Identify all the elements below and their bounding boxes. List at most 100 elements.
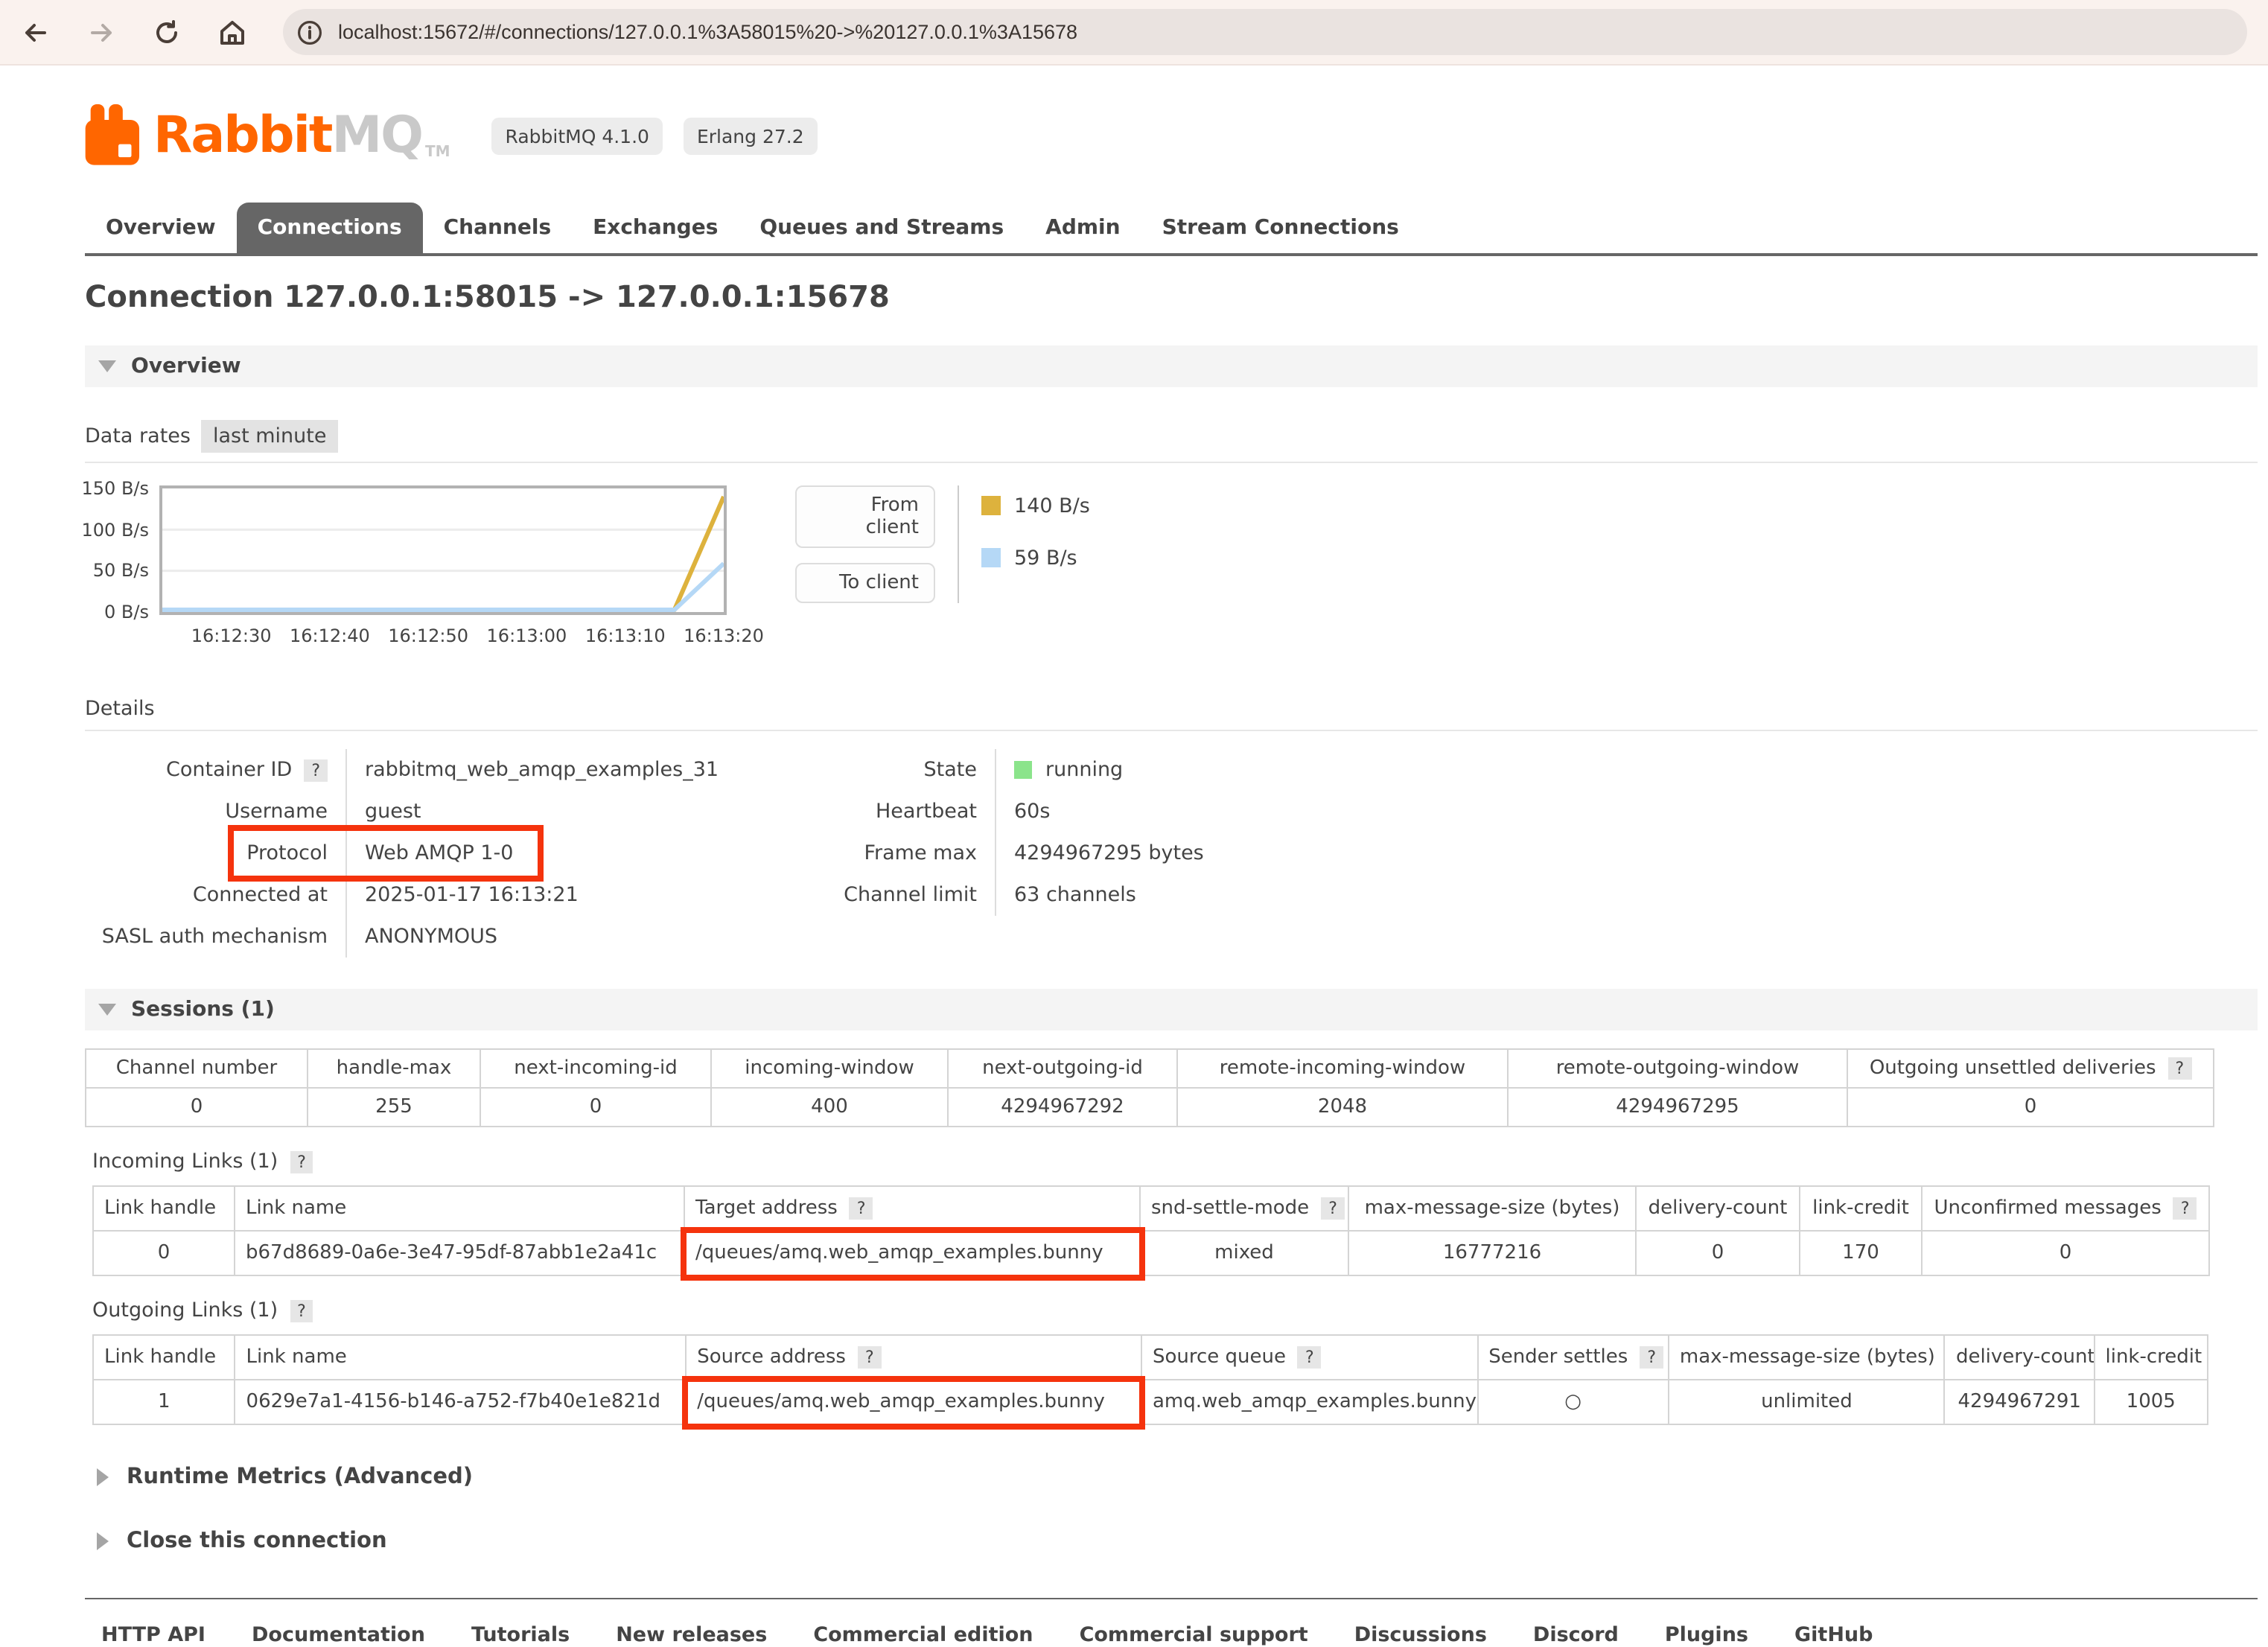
footer-link-github[interactable]: GitHub [1794, 1623, 1873, 1647]
browser-toolbar: localhost:15672/#/connections/127.0.0.1%… [0, 0, 2268, 66]
help-icon[interactable]: ? [304, 759, 328, 782]
incoming-target-address-cell: /queues/amq.web_amqp_examples.bunny [684, 1231, 1140, 1275]
detail-row-container-id: Container ID?rabbitmq_web_amqp_examples_… [85, 749, 804, 791]
home-icon[interactable] [217, 17, 247, 47]
divider [85, 730, 2258, 731]
help-icon[interactable]: ? [1640, 1346, 1663, 1369]
overview-section-header[interactable]: Overview [85, 345, 2258, 387]
tab-overview[interactable]: Overview [85, 203, 237, 253]
sender-settles-indicator: ○ [1477, 1380, 1669, 1424]
footer-links: HTTP API Documentation Tutorials New rel… [85, 1623, 2258, 1647]
tab-connections[interactable]: Connections [237, 203, 423, 253]
footer-divider [85, 1598, 2258, 1599]
footer-link-plugins[interactable]: Plugins [1665, 1623, 1748, 1647]
data-rates-label: Data rates [85, 424, 191, 448]
detail-row-protocol: ProtocolWeb AMQP 1-0 [85, 832, 804, 874]
outgoing-links-title: Outgoing Links (1)? [92, 1299, 2258, 1322]
help-icon[interactable]: ? [290, 1299, 313, 1322]
help-icon[interactable]: ? [858, 1346, 882, 1369]
page-title: Connection 127.0.0.1:58015 -> 127.0.0.1:… [85, 278, 2258, 314]
detail-row-connected-at: Connected at2025-01-17 16:13:21 [85, 874, 804, 916]
detail-row-channel-limit: Channel limit63 channels [804, 874, 1204, 916]
back-icon[interactable] [21, 17, 51, 47]
x-axis-tick-label: 16:13:00 [487, 625, 567, 646]
address-bar[interactable]: localhost:15672/#/connections/127.0.0.1%… [283, 9, 2247, 55]
tab-stream-connections[interactable]: Stream Connections [1141, 203, 1420, 253]
footer-link-discussions[interactable]: Discussions [1354, 1623, 1487, 1647]
outgoing-links-header-row: Link handle Link name Source address? So… [93, 1335, 2208, 1380]
y-axis-tick-label: 100 B/s [82, 519, 150, 540]
sessions-table: Channel number handle-max next-incoming-… [85, 1048, 2214, 1127]
detail-row-username: Usernameguest [85, 791, 804, 832]
incoming-links-header-row: Link handle Link name Target address? sn… [93, 1186, 2209, 1231]
incoming-links-value-row: 0 b67d8689-0a6e-3e47-95df-87abb1e2a41c /… [93, 1231, 2209, 1275]
legend-to-client-value: 59 B/s [981, 547, 1090, 570]
footer-link-commercial-edition[interactable]: Commercial edition [813, 1623, 1033, 1647]
x-axis-tick-label: 16:12:40 [290, 625, 370, 646]
sessions-header-row: Channel number handle-max next-incoming-… [86, 1049, 2214, 1088]
x-axis-tick-label: 16:12:30 [191, 625, 272, 646]
footer-link-discord[interactable]: Discord [1533, 1623, 1619, 1647]
help-icon[interactable]: ? [290, 1150, 313, 1173]
runtime-metrics-section-header[interactable]: Runtime Metrics (Advanced) [85, 1465, 2258, 1489]
tab-exchanges[interactable]: Exchanges [572, 203, 739, 253]
detail-row-frame-max: Frame max4294967295 bytes [804, 832, 1204, 874]
help-icon[interactable]: ? [2168, 1057, 2192, 1080]
help-icon[interactable]: ? [2173, 1197, 2197, 1220]
sessions-section-header[interactable]: Sessions (1) [85, 989, 2258, 1030]
legend-divider [958, 485, 959, 603]
x-axis-tick-label: 16:12:50 [388, 625, 468, 646]
from-client-swatch-icon [981, 496, 1001, 515]
y-axis-tick-label: 0 B/s [104, 602, 149, 622]
url-text: localhost:15672/#/connections/127.0.0.1%… [338, 21, 1077, 43]
sessions-section-title: Sessions (1) [131, 998, 275, 1022]
overview-section-title: Overview [131, 354, 241, 378]
footer-link-documentation[interactable]: Documentation [252, 1623, 425, 1647]
y-axis-tick-label: 50 B/s [93, 561, 149, 582]
expand-triangle-icon [97, 1532, 109, 1550]
tab-channels[interactable]: Channels [423, 203, 573, 253]
outgoing-source-address-cell: /queues/amq.web_amqp_examples.bunny [686, 1380, 1141, 1424]
data-rates-row: Data rates last minute [85, 420, 2258, 453]
masthead: RabbitMQ TM RabbitMQ 4.1.0 Erlang 27.2 [85, 104, 2258, 167]
collapse-triangle-icon [98, 1004, 116, 1016]
divider [85, 462, 2258, 463]
chart-y-axis: 0 B/s50 B/s100 B/s150 B/s [85, 485, 159, 615]
chart-x-axis: 16:12:3016:12:4016:12:5016:13:0016:13:10… [159, 625, 727, 649]
rabbitmq-logo[interactable]: RabbitMQ TM [85, 104, 450, 167]
help-icon[interactable]: ? [1298, 1346, 1322, 1369]
sessions-value-row: 0 255 0 400 4294967292 2048 4294967295 0 [86, 1088, 2214, 1127]
browser-window: localhost:15672/#/connections/127.0.0.1%… [0, 0, 2268, 1637]
details-grid: Container ID?rabbitmq_web_amqp_examples_… [85, 749, 2258, 958]
rabbit-icon [85, 104, 141, 167]
data-rates-mode[interactable]: last minute [201, 420, 339, 453]
brand-rabbit: Rabbit [153, 106, 331, 165]
data-rates-chart: 0 B/s50 B/s100 B/s150 B/s 16:12:3016:12:… [85, 485, 2258, 649]
legend-to-client-button[interactable]: To client [795, 563, 935, 603]
main-nav-tabs: Overview Connections Channels Exchanges … [85, 203, 2258, 256]
to-client-swatch-icon [981, 548, 1001, 567]
chart-legend: From client To client 140 B/s 59 B/s [795, 485, 1090, 603]
detail-row-heartbeat: Heartbeat60s [804, 791, 1204, 832]
reload-icon[interactable] [152, 17, 182, 47]
footer-link-http-api[interactable]: HTTP API [101, 1623, 206, 1647]
legend-from-client-value: 140 B/s [981, 494, 1090, 518]
collapse-triangle-icon [98, 360, 116, 372]
help-icon[interactable]: ? [1321, 1197, 1345, 1220]
help-icon[interactable]: ? [850, 1197, 873, 1220]
y-axis-tick-label: 150 B/s [82, 478, 150, 499]
incoming-links-title: Incoming Links (1)? [92, 1150, 2258, 1173]
incoming-links-table: Link handle Link name Target address? sn… [92, 1185, 2210, 1276]
tab-queues-and-streams[interactable]: Queues and Streams [739, 203, 1025, 253]
close-connection-section-header[interactable]: Close this connection [85, 1529, 2258, 1553]
expand-triangle-icon [97, 1468, 109, 1486]
footer-link-new-releases[interactable]: New releases [616, 1623, 767, 1647]
details-section-title: Details [85, 697, 2258, 721]
footer-link-tutorials[interactable]: Tutorials [471, 1623, 570, 1647]
running-state-indicator [1014, 761, 1032, 779]
forward-icon[interactable] [86, 17, 116, 47]
site-info-icon[interactable] [295, 17, 325, 47]
tab-admin[interactable]: Admin [1025, 203, 1141, 253]
footer-link-commercial-support[interactable]: Commercial support [1080, 1623, 1308, 1647]
legend-from-client-button[interactable]: From client [795, 485, 935, 548]
